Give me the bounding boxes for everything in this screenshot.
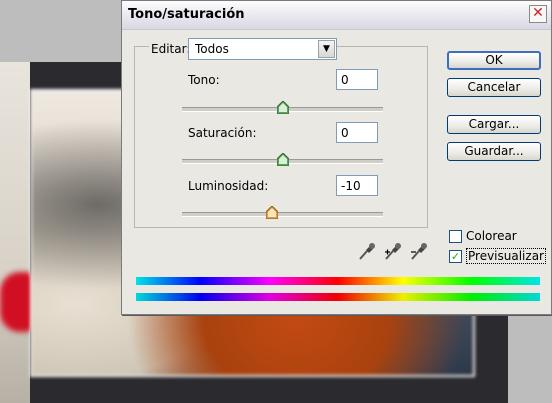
saturation-input[interactable]: 0 <box>336 122 378 143</box>
eyedropper-plus-icon[interactable] <box>384 241 402 261</box>
saturation-slider-thumb[interactable] <box>276 153 289 166</box>
dialog-title: Tono/saturación <box>128 7 245 22</box>
colorize-checkbox[interactable] <box>449 230 462 243</box>
hue-label: Tono: <box>188 73 220 87</box>
colorize-label[interactable]: Colorear <box>466 229 517 243</box>
cancel-button[interactable]: Cancelar <box>447 78 541 97</box>
save-button[interactable]: Guardar... <box>447 142 541 161</box>
eyedropper-minus-icon[interactable] <box>410 241 428 261</box>
lightness-slider-thumb[interactable] <box>266 206 279 219</box>
lightness-slider-track[interactable] <box>182 212 383 217</box>
adjustment-group <box>134 46 428 228</box>
hue-saturation-dialog: Tono/saturación ✕ Editar: Todos ▼ Tono: … <box>121 0 552 315</box>
lightness-label: Luminosidad: <box>188 179 269 193</box>
close-button[interactable]: ✕ <box>529 5 547 23</box>
preview-label-text: Previsualizar <box>466 248 546 264</box>
ok-button[interactable]: OK <box>447 51 541 70</box>
chevron-down-icon[interactable]: ▼ <box>318 40 335 58</box>
load-button[interactable]: Cargar... <box>447 115 541 134</box>
hue-slider-thumb[interactable] <box>276 101 289 114</box>
edit-dropdown[interactable]: Todos ▼ <box>188 38 337 60</box>
output-color-spectrum <box>136 293 540 301</box>
saturation-label: Saturación: <box>188 126 257 140</box>
eyedropper-icon[interactable] <box>358 241 376 261</box>
dialog-titlebar[interactable]: Tono/saturación ✕ <box>122 1 551 30</box>
edit-label: Editar: <box>149 42 193 56</box>
canvas-edge <box>0 62 30 403</box>
input-color-spectrum <box>136 277 540 285</box>
preview-label[interactable]: Previsualizar <box>466 248 546 264</box>
close-icon: ✕ <box>532 5 544 21</box>
checkmark-icon: ✓ <box>450 250 461 263</box>
edit-dropdown-value: Todos <box>195 42 229 56</box>
hue-input[interactable]: 0 <box>336 69 378 90</box>
lightness-input[interactable]: -10 <box>336 175 378 196</box>
preview-checkbox[interactable]: ✓ <box>449 250 462 263</box>
